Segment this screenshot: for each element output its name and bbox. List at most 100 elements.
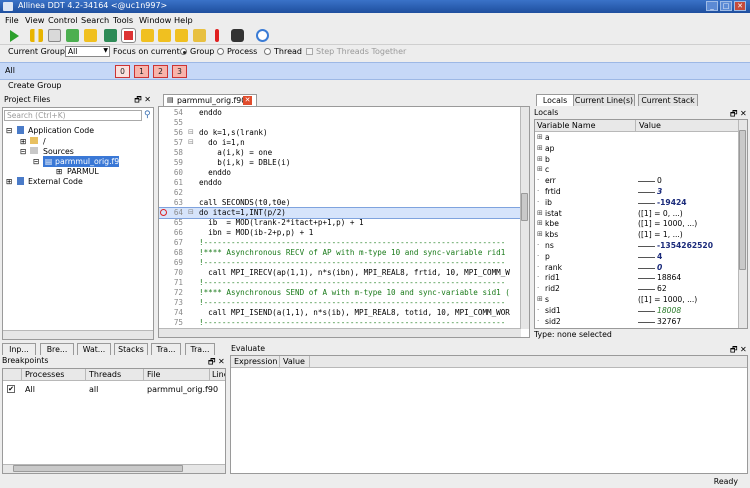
variable-row[interactable]: ⊞ b (535, 155, 739, 166)
step-into-icon[interactable] (66, 29, 79, 42)
project-search-input[interactable]: Search (Ctrl+K) (4, 110, 142, 121)
focus-process-radio[interactable] (217, 48, 224, 55)
close-button[interactable]: ✕ (734, 1, 746, 11)
line-number[interactable]: 75 (159, 318, 183, 327)
menu-tools[interactable]: Tools (113, 15, 133, 25)
line-number[interactable]: 71 (159, 278, 183, 287)
line-number[interactable]: 67 (159, 238, 183, 247)
tab-breakpoints[interactable]: Bre... (40, 343, 74, 355)
code-line[interactable]: 66 ibn = MOD(ib-2+p,p) + 1 (159, 228, 521, 238)
expand-icon[interactable]: ⊞ (20, 137, 27, 146)
variable-row[interactable]: ⊞ kbe ([1] = 1000, ...) (535, 219, 739, 230)
variable-row[interactable]: ⊞ a (535, 133, 739, 144)
locals-vscrollbar[interactable] (738, 120, 747, 328)
col-value[interactable]: Value (283, 357, 305, 366)
fold-icon[interactable]: ⊟ (188, 128, 194, 136)
line-number[interactable]: 66 (159, 228, 183, 237)
tab-current-lines[interactable]: Current Line(s) (573, 94, 635, 106)
col-line[interactable]: Line (212, 370, 225, 379)
editor-hscrollbar[interactable] (159, 328, 521, 337)
expand-icon[interactable]: ⊞ (537, 165, 543, 173)
variable-row[interactable]: ⊞ c (535, 165, 739, 176)
scroll-thumb[interactable] (521, 193, 528, 221)
variable-row[interactable]: · err 0 (535, 176, 739, 187)
variable-row[interactable]: · sid1 18008 (535, 306, 739, 317)
scroll-thumb[interactable] (13, 465, 183, 472)
focus-group-radio[interactable] (180, 48, 187, 55)
project-hscrollbar[interactable] (3, 330, 153, 339)
breakpoints-hscrollbar[interactable] (3, 464, 225, 473)
code-line[interactable]: 71 !-------------------------------------… (159, 278, 521, 288)
expand-icon[interactable]: ⊟ (33, 157, 40, 166)
variable-row[interactable]: · ib -19424 (535, 198, 739, 209)
tree-item-root[interactable]: / (43, 137, 46, 146)
bottom-frame-icon[interactable] (175, 29, 188, 42)
breakpoint-icon[interactable] (160, 209, 167, 216)
down-frame-icon[interactable] (141, 29, 154, 42)
process-3[interactable]: 3 (172, 65, 187, 78)
create-group-button[interactable]: Create Group (0, 80, 750, 92)
line-number[interactable]: 72 (159, 288, 183, 297)
line-number[interactable]: 55 (159, 118, 183, 127)
code-line[interactable]: 73 !-------------------------------------… (159, 298, 521, 308)
alert-icon[interactable] (215, 29, 219, 42)
table-row[interactable]: ✔ All all parmmul_orig.f90 (3, 384, 225, 396)
minimize-button[interactable]: _ (706, 1, 718, 11)
menu-window[interactable]: Window (139, 15, 171, 25)
tree-item-parmmul[interactable]: parmmul_orig.f90 (55, 157, 124, 166)
line-number[interactable]: 61 (159, 178, 183, 187)
search-icon[interactable]: ⚲ (144, 110, 151, 120)
code-line[interactable]: 60 enddo (159, 168, 521, 178)
play-icon[interactable] (10, 30, 19, 42)
fold-icon[interactable]: ⊟ (188, 138, 194, 146)
col-threads[interactable]: Threads (89, 370, 121, 379)
expand-icon[interactable]: ⊞ (537, 133, 543, 141)
fold-icon[interactable]: ⊟ (188, 208, 194, 216)
tree-item-application-code[interactable]: Application Code (28, 126, 94, 135)
line-number[interactable]: 74 (159, 308, 183, 317)
expand-icon[interactable]: ⊞ (537, 155, 543, 163)
col-file[interactable]: File (147, 370, 160, 379)
expand-icon[interactable]: ⊞ (56, 167, 63, 176)
clock-icon[interactable] (256, 29, 269, 42)
variable-row[interactable]: ⊞ istat ([1] = 0, ...) (535, 209, 739, 220)
line-number[interactable]: 59 (159, 158, 183, 167)
code-line[interactable]: 65 ib = MOD(lrank-2*itact+p+1,p) + 1 (159, 218, 521, 228)
line-number[interactable]: 54 (159, 108, 183, 117)
process-0[interactable]: 0 (115, 65, 130, 78)
col-processes[interactable]: Processes (25, 370, 64, 379)
expand-icon[interactable]: ⊞ (537, 144, 543, 152)
code-line[interactable]: 67 !-------------------------------------… (159, 238, 521, 248)
tab-watches[interactable]: Wat... (77, 343, 111, 355)
current-group-select[interactable]: All ▼ (65, 46, 110, 57)
evaluate-panel[interactable]: Expression Value (230, 355, 748, 474)
line-number[interactable]: 57 (159, 138, 183, 147)
menu-control[interactable]: Control (48, 15, 78, 25)
maximize-button[interactable]: □ (720, 1, 732, 11)
code-line[interactable]: 55 (159, 118, 521, 128)
editor-vscrollbar[interactable] (520, 107, 529, 329)
expand-icon[interactable]: ⊞ (537, 219, 543, 227)
focus-thread-radio[interactable] (264, 48, 271, 55)
line-number[interactable]: 73 (159, 298, 183, 307)
code-line[interactable]: 56 do k=1,s(lrank) ⊟ (159, 128, 521, 138)
tab-stacks[interactable]: Stacks (114, 343, 148, 355)
tab-tracepoint-output[interactable]: Tra... (185, 343, 215, 355)
code-line[interactable]: 70 call MPI_IRECV(ap(1,1), n*s(ibn), MPI… (159, 268, 521, 278)
tree-item-external-code[interactable]: External Code (28, 177, 83, 186)
line-number[interactable]: 56 (159, 128, 183, 137)
code-line[interactable]: 61 enddo (159, 178, 521, 188)
line-number[interactable]: 62 (159, 188, 183, 197)
tree-item-sources[interactable]: Sources (43, 147, 74, 156)
variable-row[interactable]: ⊞ s ([1] = 1000, ...) (535, 295, 739, 306)
line-number[interactable]: 60 (159, 168, 183, 177)
menu-search[interactable]: Search (81, 15, 109, 25)
line-number[interactable]: 69 (159, 258, 183, 267)
code-editor[interactable]: 54 enddo 55 56 do k=1,s(lrank) ⊟ 57 do i=1,n ⊟ 5… (158, 106, 530, 338)
add-breakpoint-icon[interactable] (48, 29, 61, 42)
variable-row[interactable]: · frtid 3 (535, 187, 739, 198)
code-line[interactable]: 64 do itact=1,INT(p/2) ⊟ (159, 207, 522, 219)
code-line[interactable]: 75 !-------------------------------------… (159, 318, 521, 328)
code-line[interactable]: 57 do i=1,n ⊟ (159, 138, 521, 148)
expand-icon[interactable]: ⊟ (6, 126, 13, 135)
